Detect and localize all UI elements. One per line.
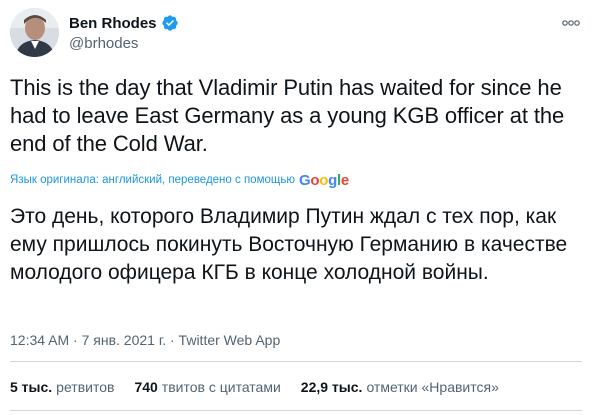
tweet-stats: 5 тыс. ретвитов 740 твитов с цитатами 22… <box>10 377 519 397</box>
translation-notice[interactable]: Язык оригинала: английский, переведено с… <box>10 170 349 190</box>
tweet-timestamp[interactable]: 12:34 AM · 7 янв. 2021 г. · Twitter Web … <box>10 330 280 350</box>
more-horizontal-icon[interactable] <box>560 14 582 32</box>
author-info: Ben Rhodes @brhodes <box>69 13 179 52</box>
verified-badge-icon <box>161 14 179 32</box>
retweets-label: ретвитов <box>56 379 115 395</box>
divider <box>10 410 582 411</box>
quotes-count: 740 <box>134 379 158 395</box>
google-logo-icon: Google <box>299 172 349 189</box>
profile-photo-icon <box>10 8 59 57</box>
quotes-label: твитов с цитатами <box>161 379 281 395</box>
google-letter: g <box>328 171 337 189</box>
google-letter: o <box>310 171 320 189</box>
divider <box>10 361 582 362</box>
tweet-header: Ben Rhodes @brhodes <box>10 8 582 64</box>
likes-stat[interactable]: 22,9 тыс. отметки «Нравится» <box>301 379 499 395</box>
avatar[interactable] <box>10 8 59 57</box>
likes-count: 22,9 тыс. <box>300 379 363 395</box>
display-name[interactable]: Ben Rhodes <box>69 15 157 32</box>
retweets-count: 5 тыс. <box>10 379 53 395</box>
author-handle[interactable]: @brhodes <box>69 35 179 52</box>
google-letter: G <box>298 171 311 189</box>
likes-label: отметки «Нравится» <box>366 379 499 395</box>
display-name-row: Ben Rhodes <box>69 13 179 33</box>
translation-notice-text: Язык оригинала: английский, переведено с… <box>10 174 295 186</box>
quotes-stat[interactable]: 740 твитов с цитатами <box>134 379 280 395</box>
tweet-text: This is the day that Vladimir Putin has … <box>10 75 565 156</box>
translated-tweet-text: Это день, которого Владимир Путин ждал с… <box>10 205 568 284</box>
tweet-card: Ben Rhodes @brhodes This is the day that… <box>0 0 592 415</box>
google-letter: e <box>340 171 349 189</box>
retweets-stat[interactable]: 5 тыс. ретвитов <box>10 379 114 395</box>
google-letter: o <box>319 171 329 189</box>
